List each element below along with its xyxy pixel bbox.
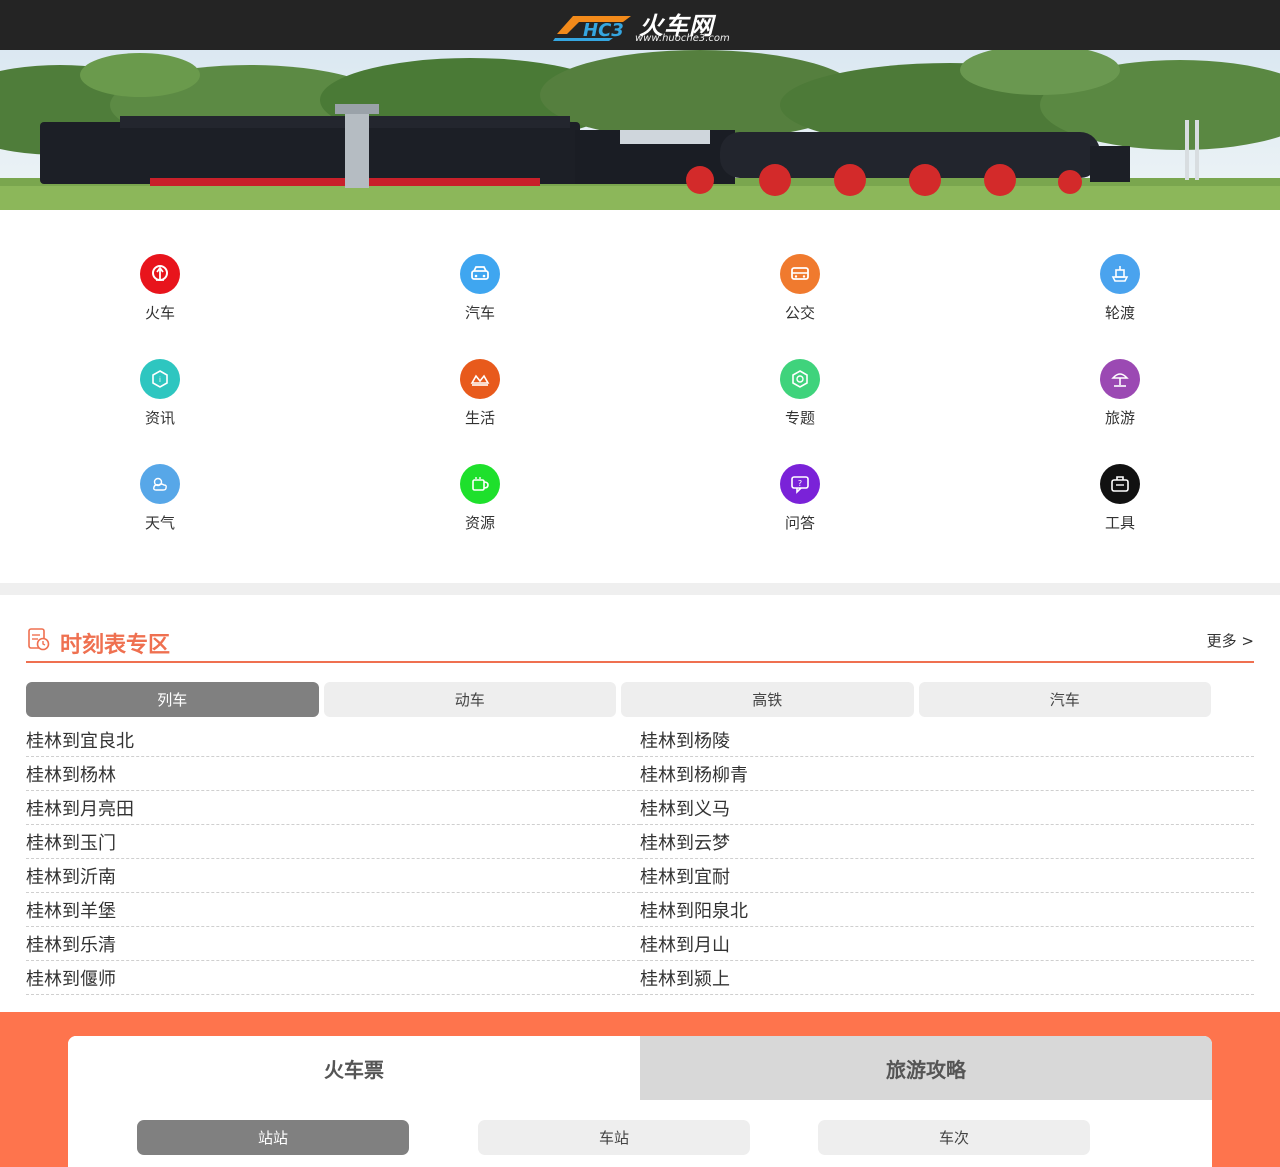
nav-label: 问答 (784, 514, 815, 532)
timetable-tab[interactable]: 汽车 (918, 682, 1211, 717)
ticket-subtabs: 站站 车站 车次 (68, 1100, 1212, 1167)
nav-item-news[interactable]: i 资讯 (0, 359, 320, 428)
route-link[interactable]: 桂林到义马 (640, 791, 1254, 825)
logo-url: www.huoche3.com (635, 33, 730, 44)
nav-item-weather[interactable]: 天气 (0, 464, 320, 533)
resource-icon (460, 464, 500, 504)
nav-label: 资讯 (144, 409, 175, 427)
section-header: 时刻表专区 更多 > (26, 595, 1254, 663)
svg-text:?: ? (798, 479, 802, 488)
section-title: 时刻表专区 (60, 633, 171, 658)
nav-item-travel[interactable]: 旅游 (960, 359, 1280, 428)
timetable-icon (28, 628, 50, 651)
weather-icon (140, 464, 180, 504)
tool-icon (1100, 464, 1140, 504)
timetable-tab[interactable]: 动车 (323, 682, 616, 717)
nav-item-qa[interactable]: ? 问答 (640, 464, 960, 533)
nav-label: 公交 (784, 304, 815, 322)
nav-label: 汽车 (464, 304, 495, 322)
nav-label: 工具 (1104, 514, 1135, 532)
nav-label: 生活 (464, 409, 495, 427)
subtab-station-to-station[interactable]: 站站 (137, 1120, 409, 1155)
nav-item-bus[interactable]: 公交 (640, 254, 960, 323)
car-icon (460, 254, 500, 294)
route-link[interactable]: 桂林到云梦 (640, 825, 1254, 859)
hero-banner[interactable] (0, 50, 1280, 210)
route-link[interactable]: 桂林到杨柳青 (640, 757, 1254, 791)
nav-item-resource[interactable]: 资源 (320, 464, 640, 533)
route-link[interactable]: 桂林到颍上 (640, 961, 1254, 995)
site-logo[interactable]: HC3 火车网 www.huoche3.com (553, 6, 733, 46)
route-link[interactable]: 桂林到宜良北 (26, 723, 640, 757)
nav-label: 专题 (784, 409, 815, 427)
timetable-tab[interactable]: 列车 (26, 682, 319, 717)
more-link[interactable]: 更多 > (1207, 630, 1254, 651)
route-link[interactable]: 桂林到沂南 (26, 859, 640, 893)
ticket-area: 火车票 旅游攻略 站站 车站 车次 (0, 1012, 1280, 1167)
nav-item-railway[interactable]: 火车 (0, 254, 320, 323)
subtab-station[interactable]: 车站 (478, 1120, 750, 1155)
nav-item-tool[interactable]: 工具 (960, 464, 1280, 533)
route-link[interactable]: 桂林到月山 (640, 927, 1254, 961)
timetable-tab[interactable]: 高铁 (621, 682, 914, 717)
route-link[interactable]: 桂林到偃师 (26, 961, 640, 995)
nav-label: 资源 (464, 514, 495, 532)
route-link[interactable]: 桂林到阳泉北 (640, 893, 1254, 927)
ticket-panel: 火车票 旅游攻略 站站 车站 车次 (68, 1036, 1212, 1167)
timetable-tabs: 列车 动车 高铁 汽车 (26, 682, 1211, 717)
route-list: 桂林到宜良北 桂林到杨陵 桂林到杨林 桂林到杨柳青 桂林到月亮田 桂林到义马 桂林到玉门 桂林… (26, 723, 1254, 995)
logo-mark-icon: HC3 (553, 16, 631, 41)
tab-train-ticket[interactable]: 火车票 (68, 1036, 640, 1100)
route-link[interactable]: 桂林到乐清 (26, 927, 640, 961)
logo-mark-text: HC3 (583, 20, 624, 41)
route-link[interactable]: 桂林到宜耐 (640, 859, 1254, 893)
subtab-train-number[interactable]: 车次 (818, 1120, 1090, 1155)
ship-icon (1100, 254, 1140, 294)
tab-travel-guide[interactable]: 旅游攻略 (640, 1036, 1212, 1100)
route-link[interactable]: 桂林到玉门 (26, 825, 640, 859)
route-link[interactable]: 桂林到羊堡 (26, 893, 640, 927)
nav-label: 天气 (144, 514, 175, 532)
timetable-section: 时刻表专区 更多 > 列车 动车 高铁 汽车 桂林到宜良北 桂林到杨陵 桂林到杨林 桂林到杨… (0, 595, 1280, 995)
railway-icon (140, 254, 180, 294)
nav-item-life[interactable]: 生活 (320, 359, 640, 428)
nav-label: 火车 (144, 304, 175, 322)
nav-label: 旅游 (1104, 409, 1135, 427)
ticket-tabs: 火车票 旅游攻略 (68, 1036, 1212, 1100)
nav-item-topic[interactable]: 专题 (640, 359, 960, 428)
bus-icon (780, 254, 820, 294)
route-link[interactable]: 桂林到月亮田 (26, 791, 640, 825)
top-bar: HC3 火车网 www.huoche3.com (0, 0, 1280, 50)
news-icon: i (140, 359, 180, 399)
qa-icon: ? (780, 464, 820, 504)
section-divider (0, 583, 1280, 595)
life-icon (460, 359, 500, 399)
route-link[interactable]: 桂林到杨陵 (640, 723, 1254, 757)
banner-train-image (0, 50, 1280, 210)
topic-icon (780, 359, 820, 399)
nav-label: 轮渡 (1104, 304, 1135, 322)
nav-item-ship[interactable]: 轮渡 (960, 254, 1280, 323)
route-link[interactable]: 桂林到杨林 (26, 757, 640, 791)
svg-text:i: i (159, 376, 161, 384)
nav-item-car[interactable]: 汽车 (320, 254, 640, 323)
category-grid: 火车 汽车 公交 轮渡 i 资讯 生活 专题 旅游 天气 资源? 问答 工具 (0, 210, 1280, 563)
travel-icon (1100, 359, 1140, 399)
